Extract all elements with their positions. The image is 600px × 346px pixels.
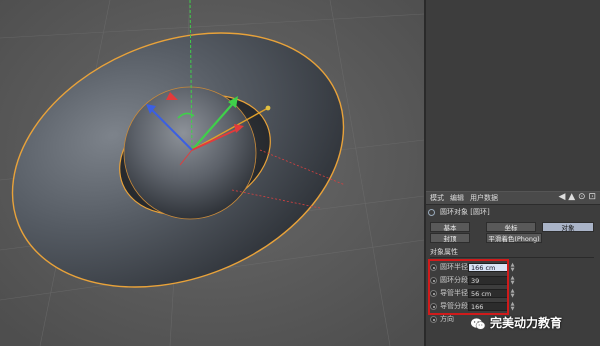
nav-arrows-icon[interactable]: ◀ ▲ ⊙ ⊡ xyxy=(558,192,596,202)
prop-label: 导管半径 xyxy=(440,289,468,297)
prop-ring-radius: 圆环半径 166 cm ▲ ▼ xyxy=(430,262,540,273)
attr-tabs-row-1: 基本 坐标 对象 xyxy=(430,222,594,232)
animate-toggle-icon[interactable] xyxy=(430,303,437,310)
prop-label: 圆环分段 xyxy=(440,276,468,284)
section-divider xyxy=(430,257,594,258)
prop-label: 圆环半径 xyxy=(440,263,468,271)
animate-toggle-icon[interactable] xyxy=(430,277,437,284)
spinner-arrows-icon[interactable]: ▲ ▼ xyxy=(510,302,515,312)
pipe-radius-field[interactable]: 56 cm xyxy=(468,289,508,298)
viewport-canvas[interactable] xyxy=(0,0,424,346)
attr-tabs-row-2: 封顶 平滑着色(Phong) xyxy=(430,233,590,243)
prop-label: 导管分段 xyxy=(440,302,468,310)
object-title: 圆环对象 [圆环] xyxy=(440,208,490,216)
prop-ring-segments: 圆环分段 39 ▲ ▼ xyxy=(430,275,540,286)
spinner-arrows-icon[interactable]: ▲ ▼ xyxy=(510,263,515,273)
tab-object[interactable]: 对象 xyxy=(542,222,594,232)
menu-edit[interactable]: 编辑 xyxy=(450,193,464,203)
attribute-panel: 模式 编辑 用户数据 ◀ ▲ ⊙ ⊡ 圆环对象 [圆环] 基本 坐标 对象 封顶… xyxy=(424,0,600,346)
menu-mode[interactable]: 模式 xyxy=(430,193,444,203)
tab-basic[interactable]: 基本 xyxy=(430,222,470,232)
tab-phong[interactable]: 平滑着色(Phong) xyxy=(486,233,542,243)
watermark-text: 完美动力教育 xyxy=(490,316,563,330)
tab-coord[interactable]: 坐标 xyxy=(486,222,536,232)
watermark: 完美动力教育 xyxy=(470,314,562,332)
spinner-arrows-icon[interactable]: ▲ ▼ xyxy=(510,289,515,299)
section-title: 对象属性 xyxy=(430,248,458,256)
animate-toggle-icon[interactable] xyxy=(430,316,437,323)
prop-label: 方向 xyxy=(440,315,454,323)
3d-viewport[interactable] xyxy=(0,0,424,346)
tab-caps[interactable]: 封顶 xyxy=(430,233,470,243)
pipe-segments-field[interactable]: 166 xyxy=(468,302,508,311)
menu-user-data[interactable]: 用户数据 xyxy=(470,193,498,203)
panel-menu-bar: 模式 编辑 用户数据 ◀ ▲ ⊙ ⊡ xyxy=(426,191,600,205)
ring-radius-field[interactable]: 166 cm xyxy=(468,263,508,272)
spinner-arrows-icon[interactable]: ▲ ▼ xyxy=(510,276,515,286)
object-header: 圆环对象 [圆环] xyxy=(428,207,490,218)
prop-pipe-radius: 导管半径 56 cm ▲ ▼ xyxy=(430,288,540,299)
torus-icon xyxy=(428,208,435,216)
animate-toggle-icon[interactable] xyxy=(430,290,437,297)
wechat-logo-icon xyxy=(471,317,486,330)
prop-pipe-segments: 导管分段 166 ▲ ▼ xyxy=(430,301,540,312)
animate-toggle-icon[interactable] xyxy=(430,264,437,271)
ring-segments-field[interactable]: 39 xyxy=(468,276,508,285)
